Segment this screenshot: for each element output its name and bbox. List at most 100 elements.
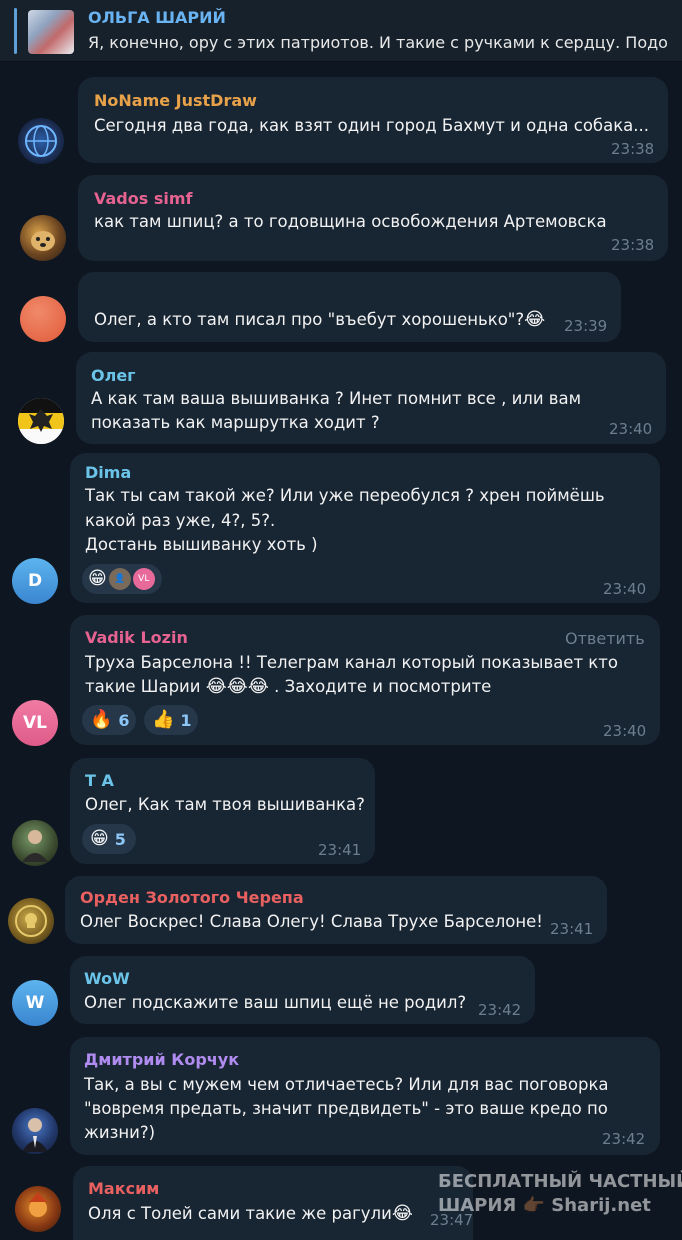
watermark-text: ШАРИЯ	[438, 1195, 517, 1216]
tears-of-joy-icon: 😂	[524, 309, 546, 330]
message-text: Достань вышиванку хоть )	[85, 535, 318, 554]
avatar-letter: D	[27, 571, 43, 591]
message-text-row: Оля с Толей сами такие же рагули😂	[88, 1202, 413, 1226]
message-time: 23:39	[564, 317, 608, 335]
reaction-chip[interactable]: 😁 👤 VL	[82, 564, 162, 594]
message-text: Оля с Толей сами такие же рагули	[88, 1204, 392, 1223]
tears-of-joy-icon: 😂	[226, 676, 248, 697]
avatar[interactable]: D	[12, 558, 58, 604]
message-text: . Заходите и посмотрите	[268, 677, 492, 696]
message-text-row: такие Шарии 😂😂😂 . Заходите и посмотрите	[85, 675, 491, 699]
pinned-author: ОЛЬГА ШАРИЙ	[88, 8, 226, 27]
message-time: 23:40	[609, 420, 653, 438]
grin-icon: 😁	[90, 828, 109, 849]
eagle-icon	[18, 398, 64, 444]
message-text: А как там ваша вышиванка ? Инет помнит в…	[91, 389, 582, 408]
reaction-count: 1	[180, 710, 192, 730]
message-time: 23:42	[602, 1130, 646, 1148]
message-author[interactable]: T A	[85, 771, 114, 790]
message-text: Так ты сам такой же? Или уже переобулся …	[85, 486, 605, 505]
message-author[interactable]: Vadik Lozin	[85, 628, 188, 647]
watermark-text: Sharij.net	[551, 1195, 651, 1216]
message-text: Олег подскажите ваш шпиц ещё не родил?	[84, 993, 467, 1012]
watermark-line: ШАРИЯ 👉🏾 Sharij.net	[438, 1194, 682, 1218]
message-bubble[interactable]: Максим Оля с Толей сами такие же рагули😂…	[73, 1166, 473, 1240]
message-author[interactable]: NoName JustDraw	[94, 91, 257, 110]
message-text: "вовремя предать, значит предвидеть" - э…	[84, 1099, 608, 1118]
message-text: Олег, Как там твоя вышиванка?	[85, 795, 365, 814]
pinned-text: Я, конечно, ору с этих патриотов. И таки…	[88, 33, 668, 52]
reactor-avatar: VL	[132, 568, 155, 590]
avatar[interactable]	[18, 118, 64, 164]
reaction-chip[interactable]: 🔥 6	[82, 705, 136, 735]
message-bubble[interactable]: Dima Так ты сам такой же? Или уже переоб…	[70, 453, 660, 603]
message-text: жизни?)	[84, 1123, 156, 1142]
reaction-count: 5	[114, 829, 126, 849]
message-author[interactable]: Орден Золотого Черепа	[80, 888, 304, 907]
avatar[interactable]	[12, 1108, 58, 1154]
message-text: Сегодня два года, как взят один город Ба…	[94, 116, 650, 135]
reaction-chip[interactable]: 👍 1	[144, 705, 198, 735]
message-bubble[interactable]: Vados simf как там шпиц? а то годовщина …	[78, 175, 668, 261]
message-time: 23:40	[603, 580, 647, 598]
globe-icon	[25, 125, 57, 157]
message-time: 23:38	[611, 236, 655, 254]
pinned-accent-bar	[14, 8, 17, 54]
message-bubble[interactable]: Vadik Lozin Ответить Труха Барселона !! …	[70, 615, 660, 745]
dog-icon	[31, 231, 55, 251]
avatar-letter: W	[25, 993, 45, 1013]
person-icon	[22, 830, 48, 862]
message-author[interactable]: Олег	[91, 366, 136, 385]
fire-icon: 🔥	[90, 709, 113, 730]
person-icon	[22, 1118, 48, 1152]
message-bubble[interactable]: WoW Олег подскажите ваш шпиц ещё не роди…	[70, 956, 535, 1024]
blank-avatar[interactable]	[20, 296, 66, 342]
message-author[interactable]: Дмитрий Корчук	[84, 1050, 239, 1069]
message-text: как там шпиц? а то годовщина освобождени…	[94, 212, 607, 231]
message-time: 23:41	[318, 841, 362, 859]
message-author[interactable]: WoW	[84, 969, 130, 988]
pointing-hand-icon: 👉🏾	[522, 1195, 545, 1216]
avatar[interactable]	[15, 1186, 61, 1232]
message-author[interactable]: Максим	[88, 1179, 159, 1198]
avatar[interactable]: W	[12, 980, 58, 1026]
warrior-icon	[29, 1192, 47, 1217]
message-text: Труха Барселона !! Телеграм канал которы…	[85, 653, 618, 672]
message-bubble[interactable]: Орден Золотого Черепа Олег Воскрес! Слав…	[65, 876, 607, 944]
avatar[interactable]	[18, 398, 64, 444]
reaction-count: 6	[118, 710, 130, 730]
avatar[interactable]	[8, 898, 54, 944]
tears-of-joy-icon: 😂	[247, 676, 269, 697]
tears-of-joy-icon: 😂	[205, 676, 227, 697]
message-bubble[interactable]: Олег, а кто там писал про "въебут хороше…	[78, 272, 621, 342]
skull-coin-icon	[15, 905, 47, 937]
grin-icon: 😁	[88, 568, 107, 589]
avatar-letter: VL	[23, 713, 47, 733]
message-author[interactable]: Dima	[85, 463, 131, 482]
message-bubble[interactable]: T A Олег, Как там твоя вышиванка? 😁 5 23…	[70, 758, 375, 864]
message-bubble[interactable]: Дмитрий Корчук Так, а вы с мужем чем отл…	[70, 1037, 660, 1155]
message-bubble[interactable]: NoName JustDraw Сегодня два года, как вз…	[78, 77, 668, 163]
message-time: 23:38	[611, 140, 655, 158]
pinned-thumbnail	[28, 10, 74, 54]
message-time: 23:41	[550, 920, 594, 938]
message-author[interactable]: Vados simf	[94, 189, 192, 208]
message-text-row: Олег, а кто там писал про "въебут хороше…	[94, 308, 545, 332]
message-text: показать как маршрутка ходит ?	[91, 413, 380, 432]
avatar[interactable]	[12, 820, 58, 866]
message-time: 23:42	[478, 1001, 522, 1019]
pinned-message-bar[interactable]: ОЛЬГА ШАРИЙ Я, конечно, ору с этих патри…	[0, 0, 682, 62]
avatar[interactable]	[20, 215, 66, 261]
reply-button[interactable]: Ответить	[565, 629, 645, 648]
reaction-chip[interactable]: 😁 5	[82, 824, 136, 854]
tears-of-joy-icon: 😂	[391, 1203, 413, 1224]
message-time: 23:40	[603, 722, 647, 740]
avatar[interactable]: VL	[12, 700, 58, 746]
message-text: какой раз уже, 4?, 5?.	[85, 511, 276, 530]
reactor-avatar: 👤	[108, 568, 131, 590]
watermark: БЕСПЛАТНЫЙ ЧАСТНЫЙ ШАРИЯ 👉🏾 Sharij.net	[438, 1170, 682, 1218]
message-bubble[interactable]: Олег А как там ваша вышиванка ? Инет пом…	[76, 352, 666, 444]
message-text: Олег, а кто там писал про "въебут хороше…	[94, 310, 525, 329]
message-text: Олег Воскрес! Слава Олегу! Слава Трухе Б…	[80, 912, 543, 931]
thumbs-up-icon: 👍	[152, 709, 175, 730]
